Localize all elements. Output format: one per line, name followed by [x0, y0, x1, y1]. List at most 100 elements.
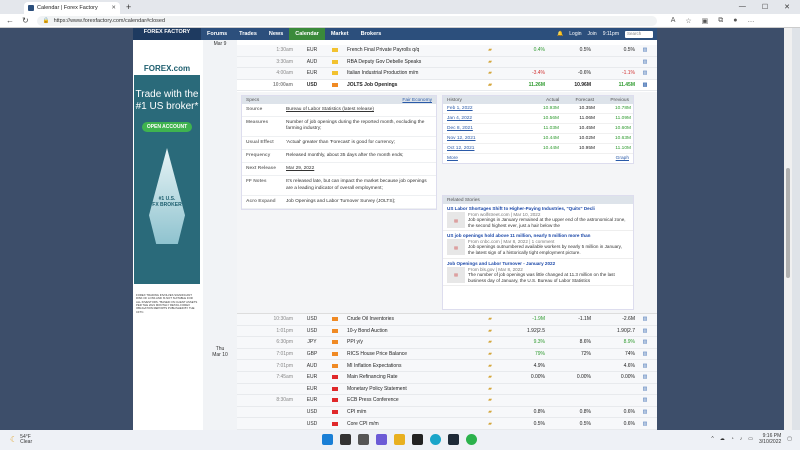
spec-value[interactable]: Bureau of Labor Statistics (latest relea…	[286, 107, 434, 113]
graph-icon[interactable]: ▥	[635, 59, 655, 65]
bell-icon[interactable]: 🔔	[557, 31, 563, 37]
story-title[interactable]: US job openings hold above 11 million, n…	[447, 233, 629, 238]
impact-icon[interactable]	[327, 328, 343, 333]
edge-icon[interactable]	[430, 434, 441, 445]
minimize-icon[interactable]: —	[739, 3, 746, 11]
story-thumbnail[interactable]: ▤	[447, 212, 465, 228]
graph-icon[interactable]: ▥	[635, 397, 655, 403]
graph-icon[interactable]: ▥	[635, 82, 655, 88]
cloud-icon[interactable]: ☁	[720, 436, 725, 442]
detail-folder-icon[interactable]: ▰	[475, 421, 505, 427]
story-thumbnail[interactable]: ▤	[447, 266, 465, 283]
detail-folder-icon[interactable]: ▰	[475, 409, 505, 415]
event-row[interactable]: 4:00am EUR Italian Industrial Production m…	[237, 68, 657, 80]
nav-trades[interactable]: Trades	[233, 28, 263, 40]
ad-banner[interactable]: FOREX.com Trade with the #1 US broker* O…	[133, 58, 201, 314]
event-title[interactable]: RICS House Price Balance	[343, 351, 475, 357]
detail-folder-icon[interactable]: ▰	[475, 397, 505, 403]
event-row[interactable]: 6:30pm JPY PPI y/y ▰ 9.3% 8.6% 8.9% ▥	[237, 337, 657, 349]
detail-folder-icon[interactable]: ▰	[475, 70, 505, 76]
favorites-icon[interactable]: ☆	[685, 17, 691, 25]
refresh-icon[interactable]: ↻	[22, 16, 29, 25]
impact-icon[interactable]	[327, 59, 343, 64]
extensions-icon[interactable]: ⧉	[718, 17, 723, 25]
event-row[interactable]: 10:30am USD Crude Oil Inventories ▰ -1.9M -1.…	[237, 314, 657, 326]
impact-icon[interactable]	[327, 375, 343, 380]
join-link[interactable]: Join	[588, 31, 597, 37]
file-explorer-icon[interactable]	[394, 434, 405, 445]
volume-icon[interactable]: ♪	[740, 436, 743, 442]
event-row[interactable]: 1:30am EUR French Final Private Payrolls q…	[237, 45, 657, 57]
task-view-icon[interactable]	[358, 434, 369, 445]
impact-icon[interactable]	[327, 71, 343, 76]
chevron-up-icon[interactable]: ^	[711, 436, 713, 442]
detail-folder-icon[interactable]: ▰	[475, 82, 505, 88]
event-row[interactable]: 7:45am EUR Main Refinancing Rate ▰ 0.00% 0.00…	[237, 372, 657, 384]
graph-icon[interactable]: ▥	[635, 328, 655, 334]
taskbar-clock[interactable]: 9:16 PM 3/10/2022	[759, 433, 781, 445]
event-title[interactable]: Monetary Policy Statement	[343, 386, 475, 392]
url-field[interactable]: 🔒 https://www.forexfactory.com/calendar#…	[36, 15, 657, 26]
graph-icon[interactable]: ▥	[635, 316, 655, 322]
terminal-icon[interactable]	[412, 434, 423, 445]
event-title[interactable]: PPI y/y	[343, 339, 475, 345]
graph-icon[interactable]: ▥	[635, 47, 655, 53]
graph-icon[interactable]: ▥	[635, 386, 655, 392]
graph-icon[interactable]: ▥	[635, 374, 655, 380]
more-link[interactable]: More	[447, 156, 458, 161]
detail-folder-icon[interactable]: ▰	[475, 339, 505, 345]
graph-icon[interactable]: ▥	[635, 409, 655, 415]
nav-market[interactable]: Market	[325, 28, 355, 40]
event-title[interactable]: French Final Private Payrolls q/q	[343, 47, 475, 53]
page-scrollbar[interactable]	[784, 28, 792, 430]
impact-icon[interactable]	[327, 410, 343, 415]
event-title[interactable]: 10-y Bond Auction	[343, 328, 475, 334]
event-title[interactable]: JOLTS Job Openings	[343, 82, 475, 88]
event-row[interactable]: 10:00am USD JOLTS Job Openings ▰ 11.26M 10.96…	[237, 79, 657, 92]
impact-icon[interactable]	[327, 340, 343, 345]
profile-icon[interactable]: ●	[733, 17, 737, 25]
nav-forums[interactable]: Forums	[201, 28, 233, 40]
browser-tab[interactable]: Calendar | Forex Factory ✕	[24, 2, 120, 14]
nav-brokers[interactable]: Brokers	[355, 28, 388, 40]
history-date[interactable]: Oct 12, 2021	[443, 146, 525, 151]
story-title[interactable]: US Labor Shortages Shift to Higher-Payin…	[447, 206, 629, 211]
maximize-icon[interactable]: ☐	[762, 3, 768, 11]
graph-icon[interactable]: ▥	[635, 339, 655, 345]
spec-value[interactable]: Mar 29, 2022	[286, 166, 434, 172]
search-icon[interactable]	[340, 434, 351, 445]
event-title[interactable]: MI Inflation Expectations	[343, 363, 475, 369]
impact-icon[interactable]	[327, 48, 343, 53]
history-date[interactable]: Dec 8, 2021	[443, 126, 525, 131]
scrollbar-thumb[interactable]	[786, 168, 790, 278]
impact-icon[interactable]	[327, 386, 343, 391]
event-title[interactable]: Italian Industrial Production m/m	[343, 70, 475, 76]
nav-news[interactable]: News	[263, 28, 289, 40]
impact-icon[interactable]	[327, 352, 343, 357]
close-tab-icon[interactable]: ✕	[111, 5, 116, 11]
green-app-icon[interactable]	[466, 434, 477, 445]
new-tab-button[interactable]: +	[126, 2, 131, 12]
event-row[interactable]: USD CPI m/m ▰ 0.8% 0.8% 0.6% ▥	[237, 406, 657, 419]
event-row[interactable]: 8:30am EUR ECB Press Conference ▰ ▥	[237, 395, 657, 407]
event-row[interactable]: 3:30am AUD RBA Deputy Gov Debelle Speaks ▰ ▥	[237, 56, 657, 69]
graph-icon[interactable]: ▥	[635, 351, 655, 357]
detail-folder-icon[interactable]: ▰	[475, 328, 505, 334]
back-icon[interactable]: ←	[6, 16, 14, 25]
event-title[interactable]: Crude Oil Inventories	[343, 316, 475, 322]
clock-time[interactable]: 9:11pm	[603, 31, 619, 37]
wifi-icon[interactable]: ◔	[731, 436, 734, 442]
battery-icon[interactable]: ▭	[748, 436, 753, 442]
impact-icon[interactable]	[327, 83, 343, 88]
notification-icon[interactable]: ▢	[787, 436, 792, 442]
open-account-button[interactable]: OPEN ACCOUNT	[142, 122, 192, 132]
history-date[interactable]: Feb 1, 2022	[443, 106, 525, 111]
site-logo[interactable]: FOREX FACTORY	[133, 28, 201, 40]
detail-folder-icon[interactable]: ▰	[475, 363, 505, 369]
event-row[interactable]: 7:01pm AUD MI Inflation Expectations ▰ 4.9% 4…	[237, 360, 657, 372]
close-window-icon[interactable]: ✕	[784, 3, 790, 11]
event-row[interactable]: 1:01pm USD 10-y Bond Auction ▰ 1.92|2.5 1.90|…	[237, 325, 657, 338]
graph-icon[interactable]: ▥	[635, 70, 655, 76]
fair-economy-link[interactable]: Fair Economy	[402, 98, 432, 103]
story-title[interactable]: Job Openings and Labor Turnover - Januar…	[447, 261, 629, 266]
